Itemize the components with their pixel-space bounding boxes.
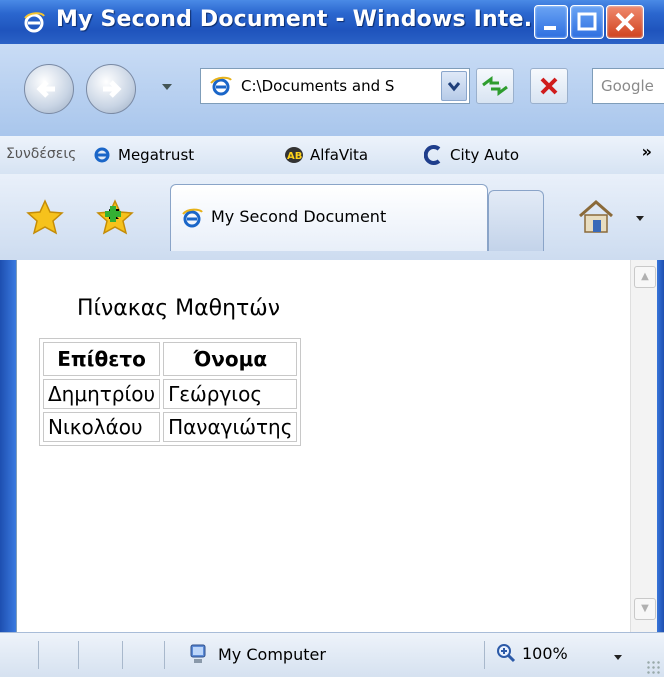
links-label: Συνδέσεις (6, 146, 77, 162)
table-cell: Γεώργιος (163, 379, 298, 409)
browser-window: My Second Document - Windows Inte... C:\… (0, 0, 664, 677)
table-cell: Νικολάου (43, 412, 161, 442)
links-overflow-chevron[interactable]: » (642, 142, 652, 161)
maximize-icon (577, 12, 597, 31)
close-icon (615, 12, 635, 32)
window-frame-right (656, 260, 664, 632)
address-dropdown-button[interactable] (441, 71, 467, 101)
table-row: Δημητρίου Γεώργιος (43, 379, 298, 409)
column-header: Επίθετο (43, 342, 161, 376)
zoom-level: 100% (522, 643, 568, 663)
navigation-bar: C:\Documents and S Google (0, 44, 664, 136)
status-separator (484, 641, 485, 669)
zone-label: My Computer (218, 644, 326, 664)
table-header-row: Επίθετο Όνομα (43, 342, 298, 376)
back-arrow-icon (36, 80, 55, 98)
home-icon[interactable] (576, 198, 616, 234)
scroll-up-button[interactable]: ▲ (634, 266, 656, 288)
new-tab-button[interactable] (488, 190, 544, 251)
search-placeholder: Google (601, 77, 654, 95)
status-separator (78, 641, 79, 669)
search-input[interactable]: Google (592, 68, 664, 104)
minimize-icon (544, 26, 556, 30)
link-megatrust[interactable]: Megatrust (92, 142, 194, 168)
refresh-button[interactable] (476, 68, 514, 104)
tab-my-second-document[interactable]: My Second Document (170, 184, 488, 251)
address-text: C:\Documents and S (241, 77, 395, 95)
table-caption: Πίνακας Μαθητών (77, 296, 280, 321)
home-dropdown-icon[interactable] (636, 216, 644, 221)
my-computer-icon (190, 644, 206, 663)
close-button[interactable] (606, 5, 644, 39)
recent-pages-dropdown-icon[interactable] (162, 84, 172, 90)
ie-icon (94, 147, 110, 163)
svg-text:AB: AB (287, 151, 302, 162)
tab-label: My Second Document (211, 207, 387, 226)
security-zone[interactable]: My Computer (188, 643, 326, 665)
status-bar: My Computer 100% (0, 632, 664, 677)
resize-grip[interactable] (646, 660, 660, 674)
address-field[interactable]: C:\Documents and S (200, 68, 470, 104)
window-frame-left (0, 260, 16, 632)
favorites-star-icon[interactable] (26, 198, 64, 236)
stop-button[interactable] (530, 68, 568, 104)
link-label: Megatrust (118, 146, 195, 164)
ab-icon: AB (285, 147, 303, 163)
status-separator (122, 641, 123, 669)
c-logo-icon (424, 145, 441, 165)
add-favorite-icon[interactable] (96, 198, 134, 236)
table-row: Νικολάου Παναγιώτης (43, 412, 298, 442)
link-label: AlfaVita (310, 146, 369, 164)
status-separator (164, 641, 165, 669)
link-city-auto[interactable]: City Auto (424, 142, 519, 168)
page-content: Πίνακας Μαθητών Επίθετο Όνομα Δημητρίου … (16, 260, 631, 632)
ie-icon (24, 12, 45, 33)
stop-icon (540, 77, 558, 95)
maximize-button[interactable] (570, 5, 604, 39)
ie-page-icon (210, 76, 232, 96)
link-alfavita[interactable]: AB AlfaVita (284, 142, 368, 168)
chevron-down-icon (447, 82, 461, 92)
window-title: My Second Document - Windows Inte... (56, 7, 550, 32)
scroll-down-button[interactable]: ▼ (634, 598, 656, 620)
students-table: Επίθετο Όνομα Δημητρίου Γεώργιος Νικολάο… (39, 338, 302, 446)
forward-button[interactable] (86, 64, 136, 114)
links-bar: Συνδέσεις Megatrust AB AlfaVita City Aut… (0, 136, 664, 175)
back-button[interactable] (24, 64, 74, 114)
zoom-icon (497, 644, 516, 663)
vertical-scrollbar[interactable]: ▲ ▼ (630, 260, 657, 632)
zoom-control[interactable]: 100% (496, 643, 568, 663)
ie-icon (182, 208, 203, 228)
status-separator (38, 641, 39, 669)
refresh-icon (482, 76, 508, 96)
zoom-dropdown-icon[interactable] (614, 655, 622, 660)
table-cell: Δημητρίου (43, 379, 161, 409)
title-bar[interactable]: My Second Document - Windows Inte... (0, 0, 664, 44)
forward-arrow-icon (103, 80, 122, 98)
tab-bar: My Second Document (0, 174, 664, 261)
column-header: Όνομα (163, 342, 298, 376)
table-cell: Παναγιώτης (163, 412, 298, 442)
link-label: City Auto (450, 146, 519, 164)
minimize-button[interactable] (534, 5, 568, 39)
